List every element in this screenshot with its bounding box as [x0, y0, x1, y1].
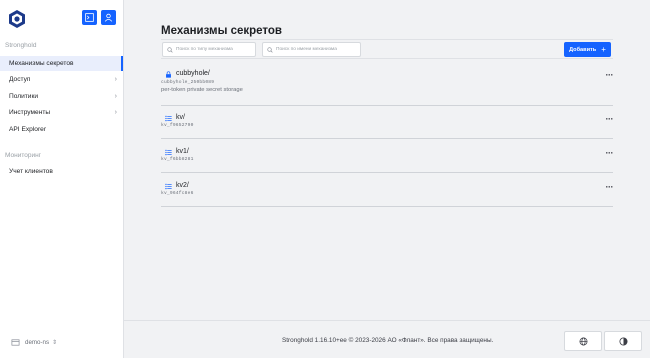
list-icon [165, 149, 172, 156]
more-actions-icon[interactable]: ··· [606, 183, 614, 192]
engine-accessor: kv_964fc8e6 [161, 191, 194, 196]
language-button[interactable] [564, 331, 602, 351]
page-title: Механизмы секретов [161, 25, 282, 37]
sidebar-item-label: Доступ [9, 76, 31, 83]
sidebar-item-access[interactable]: Доступ › [0, 72, 123, 87]
search-name-input[interactable] [276, 47, 356, 52]
sidebar-item-label: Механизмы секретов [9, 60, 74, 67]
engine-accessor: kv_f9652790 [161, 123, 194, 128]
search-type-input[interactable] [176, 47, 255, 52]
engine-description: per-token private secret storage [161, 87, 243, 93]
chevron-right-icon: › [114, 93, 117, 100]
list-icon [165, 183, 172, 190]
footer-copyright: Stronghold 1.16.10+ee © 2023-2026 АО «Фл… [282, 337, 494, 344]
theme-toggle-icon [618, 336, 628, 346]
engine-accessor: cubbyhole_250bb089 [161, 80, 215, 85]
sidebar-item-api-explorer[interactable]: API Explorer [0, 122, 123, 137]
sidebar: Stronghold Механизмы секретов Доступ › П… [0, 0, 124, 358]
terminal-icon [85, 13, 94, 22]
secret-engine-row[interactable]: kv1/ kv_f6bb8281 ··· [161, 143, 613, 173]
engine-name[interactable]: cubbyhole/ [176, 70, 210, 77]
sidebar-item-label: Инструменты [9, 109, 51, 116]
sidebar-item-label: Учет клиентов [9, 168, 53, 175]
engine-accessor: kv_f6bb8281 [161, 157, 194, 162]
namespace-picker[interactable]: demo-ns ⇕ [11, 338, 57, 347]
add-button-label: Добавить [569, 46, 597, 53]
lock-icon [166, 71, 171, 78]
search-by-name[interactable] [262, 42, 361, 57]
engine-name[interactable]: kv2/ [176, 182, 189, 189]
engine-name[interactable]: kv1/ [176, 148, 189, 155]
namespace-label: demo-ns [25, 339, 50, 346]
more-actions-icon[interactable]: ··· [606, 71, 614, 80]
search-icon [267, 46, 273, 53]
chevron-up-down-icon: ⇕ [52, 340, 58, 346]
search-icon [167, 46, 173, 53]
sidebar-item-secret-engines[interactable]: Механизмы секретов [0, 56, 123, 71]
sidebar-item-tools[interactable]: Инструменты › [0, 105, 123, 120]
console-button[interactable] [82, 10, 97, 25]
namespace-icon [11, 339, 20, 346]
secret-engine-row[interactable]: cubbyhole/ cubbyhole_250bb089 per-token … [161, 65, 613, 106]
secret-engine-row[interactable]: kv/ kv_f9652790 ··· [161, 109, 613, 139]
theme-toggle-button[interactable] [604, 331, 642, 351]
globe-icon [579, 337, 587, 345]
filter-toolbar: Добавить + [161, 39, 613, 59]
engine-name[interactable]: kv/ [176, 114, 185, 121]
list-icon [165, 115, 172, 122]
footer: Stronghold 1.16.10+ee © 2023-2026 АО «Фл… [124, 320, 650, 358]
sidebar-section-monitoring: Мониторинг [5, 152, 42, 159]
user-icon [104, 13, 113, 22]
sidebar-item-policies[interactable]: Политики › [0, 89, 123, 104]
more-actions-icon[interactable]: ··· [606, 149, 614, 158]
main-content: Механизмы секретов Добавить + cubbyhol [124, 0, 650, 320]
search-by-type[interactable] [162, 42, 256, 57]
sidebar-item-label: Политики [9, 93, 39, 100]
sidebar-item-client-count[interactable]: Учет клиентов [0, 164, 123, 179]
user-menu-button[interactable] [101, 10, 116, 25]
secret-engine-row[interactable]: kv2/ kv_964fc8e6 ··· [161, 177, 613, 207]
sidebar-section-stronghold: Stronghold [5, 42, 37, 49]
stronghold-logo-icon[interactable] [7, 9, 27, 29]
chevron-right-icon: › [114, 76, 117, 83]
more-actions-icon[interactable]: ··· [606, 115, 614, 124]
plus-icon: + [601, 44, 606, 54]
sidebar-item-label: API Explorer [9, 126, 47, 133]
chevron-right-icon: › [114, 109, 117, 116]
add-engine-button[interactable]: Добавить + [564, 42, 611, 57]
